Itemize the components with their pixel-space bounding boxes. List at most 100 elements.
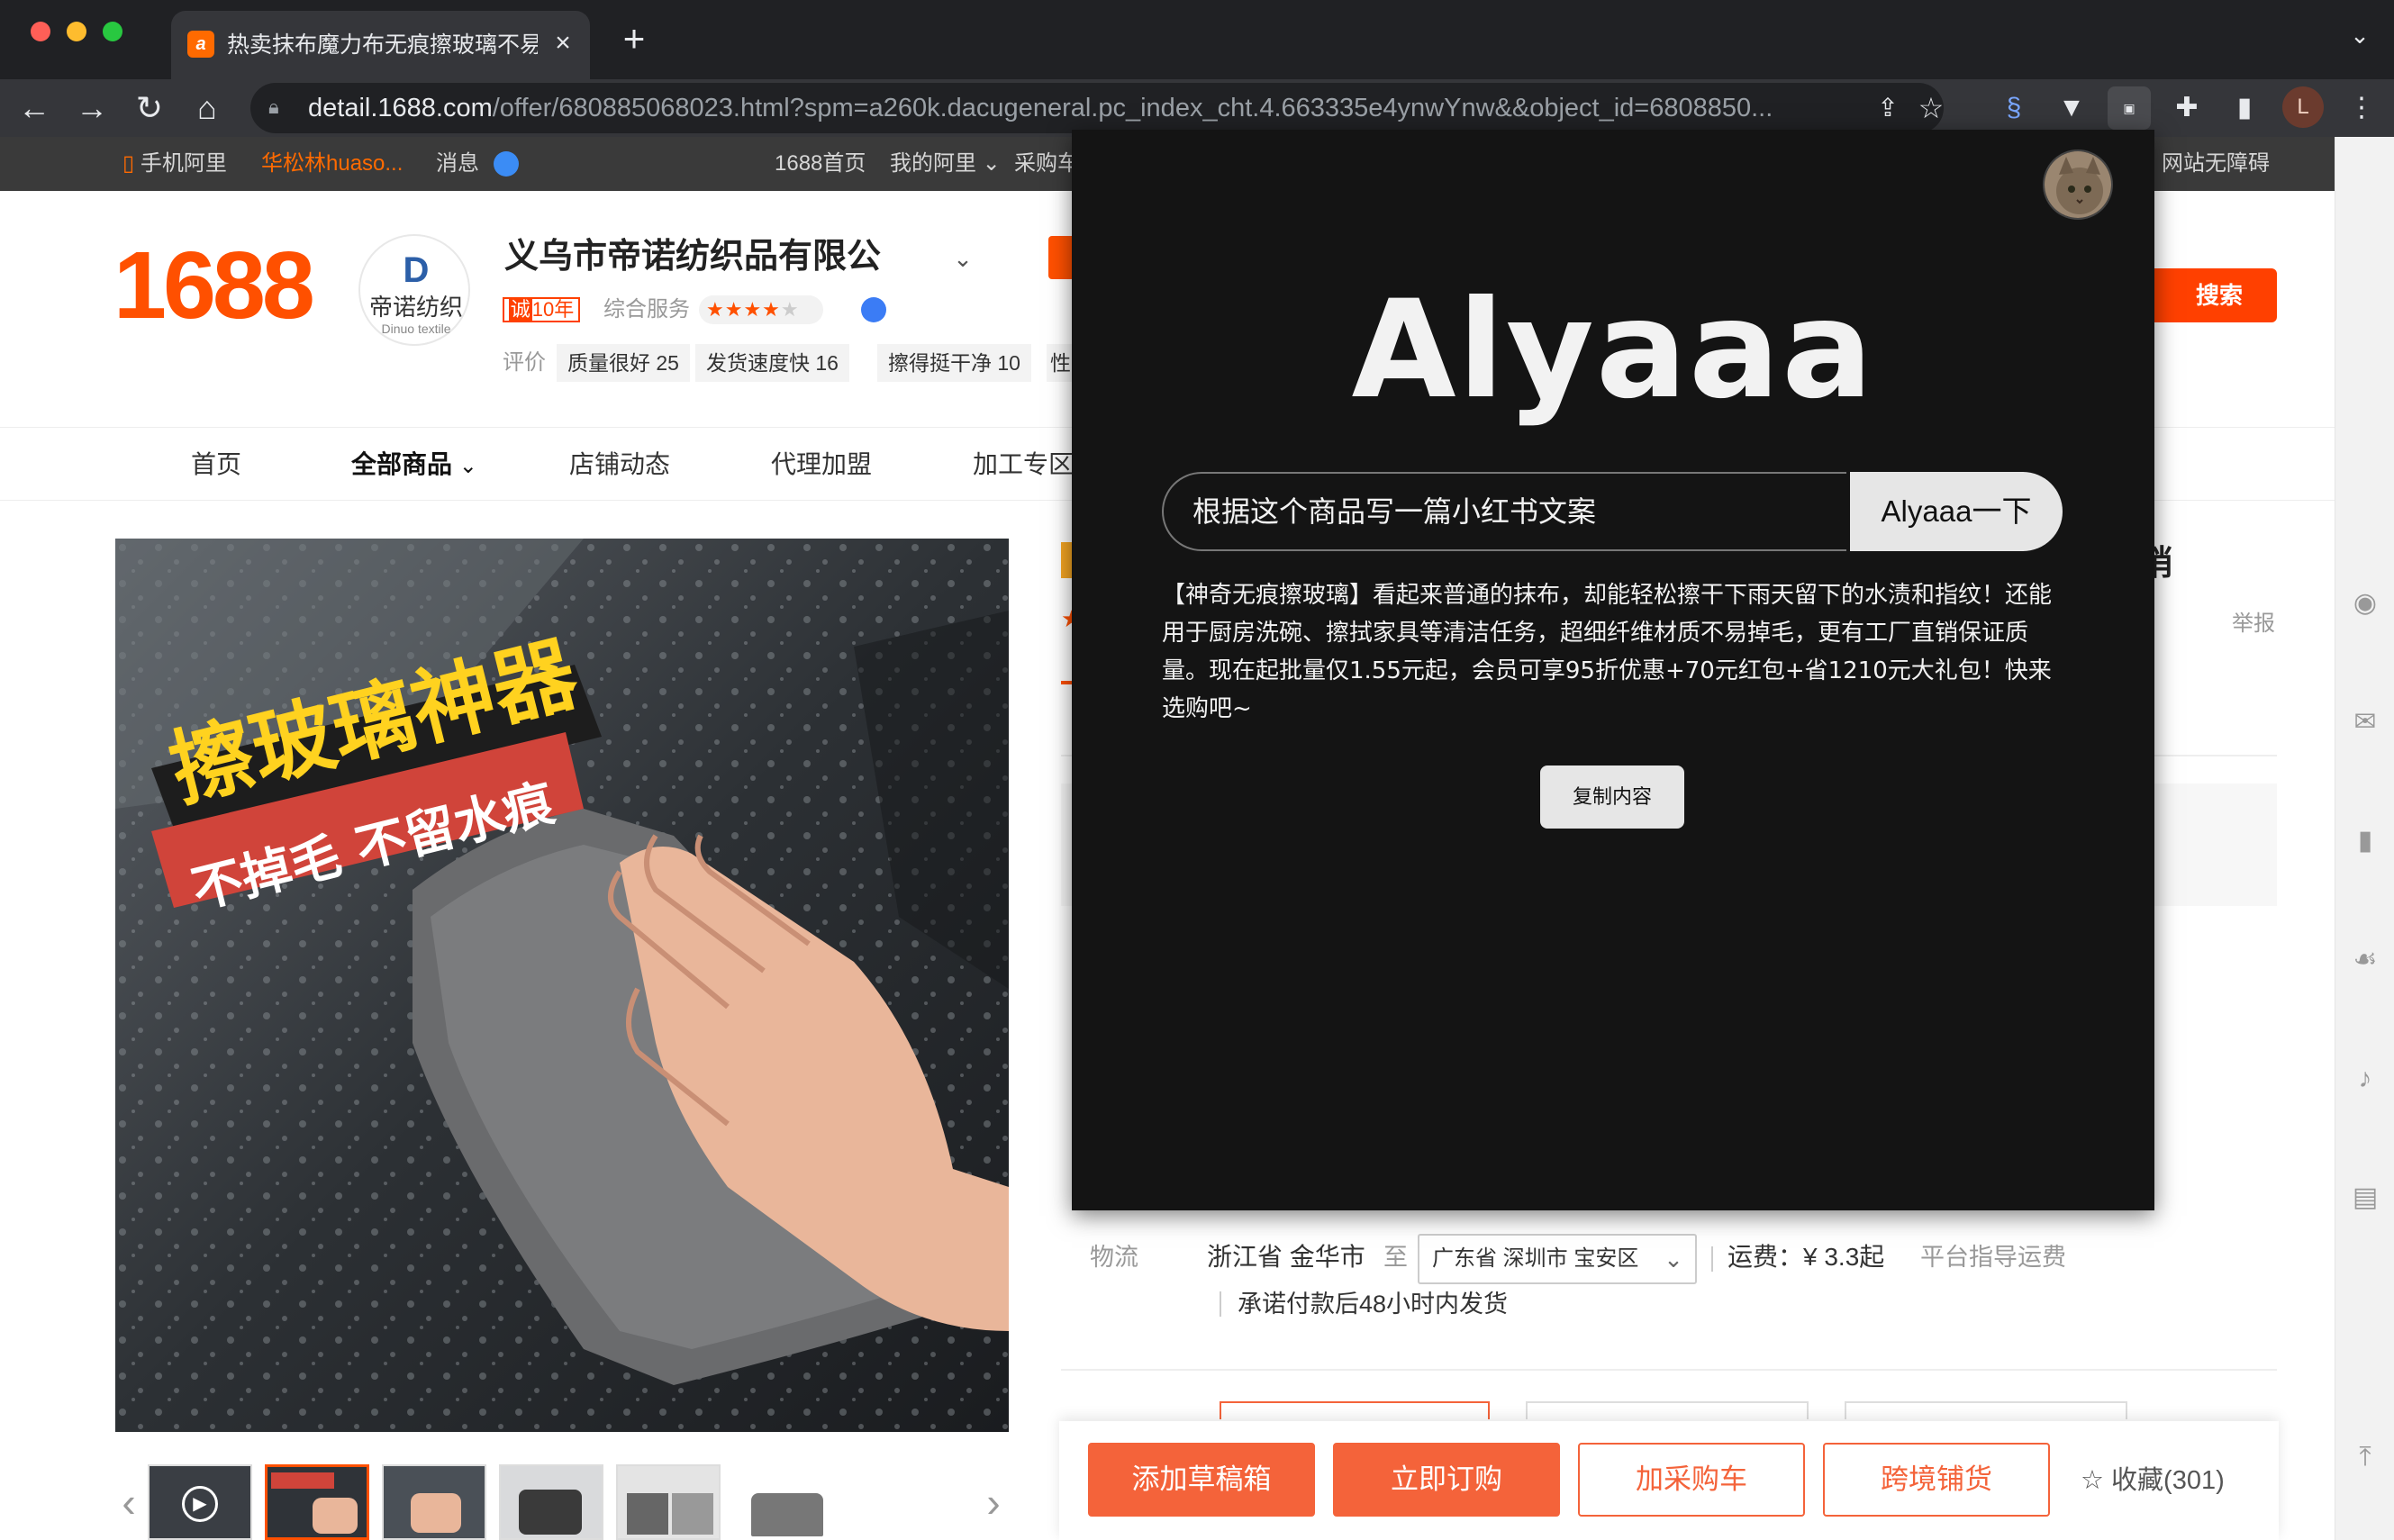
forward-icon[interactable]: → [70,86,113,130]
cheng-label: 诚 [508,298,532,321]
service-label: 综合服务 [603,297,690,322]
favorite-button[interactable]: ☆ 收藏(301) [2081,1461,2261,1500]
crossborder-button[interactable]: 跨境铺货 [1823,1443,2050,1517]
purchase-cart-link[interactable]: 采购车 [1014,137,1079,191]
document-icon[interactable]: ▤ [2349,1182,2381,1214]
maximize-window-button[interactable] [103,22,122,41]
my-ali-label: 我的阿里 [890,151,976,176]
ship-from: 浙江省 金华市 [1207,1243,1365,1271]
profile-avatar[interactable]: L [2282,86,2324,128]
option-button[interactable] [1220,1401,1490,1419]
crown-d-icon: D [403,250,430,290]
rating-tag[interactable]: 擦得挺干净 10 [877,344,1031,382]
shop-logo[interactable]: D 帝诺纺织 Dinuo textile [358,234,470,346]
freight-guide-link[interactable]: 平台指导运费 [1920,1239,2091,1275]
order-now-button[interactable]: 立即订购 [1333,1443,1560,1517]
reload-icon[interactable]: ↻ [128,86,171,130]
back-to-top-icon[interactable]: ⤒ [2349,1441,2381,1473]
extension-swirl-icon[interactable]: § [1992,86,2036,130]
messages-link[interactable]: 消息 [436,137,479,191]
puzzle-extensions-icon[interactable]: ✚ [2165,86,2208,130]
extension-vue-icon[interactable]: ▼ [2050,86,2093,130]
bell-icon[interactable]: ♪ [2349,1063,2381,1095]
video-thumbnail[interactable]: ▶ [148,1464,252,1540]
chevron-down-icon[interactable]: ⌄ [948,243,978,274]
thumbnail-hand [313,1498,358,1534]
thumb-next-icon[interactable]: › [980,1475,1007,1529]
mail-icon[interactable]: ✉ [2349,706,2381,738]
alyaaa-extension-icon[interactable]: ▣ [2108,86,2151,130]
mobile-ali-link[interactable]: ▯ 手机阿里 [122,137,227,191]
rating-tag[interactable]: 质量很好 25 [557,344,690,382]
browser-menu-icon[interactable]: ⋮ [2340,86,2383,130]
cat-avatar[interactable] [2043,149,2113,220]
thumbnail-cloth-stack [751,1493,823,1536]
tab-agency[interactable]: 代理加盟 [771,428,872,502]
user-name-link[interactable]: 华松林huaso... [261,137,403,191]
report-link[interactable]: 举报 [2232,609,2286,639]
product-main-image[interactable]: 擦玻璃神器 不掉毛 不留水痕 [115,539,1009,1432]
thumbnail-cloth [672,1493,713,1535]
1688-logo[interactable]: 1688 [113,236,315,335]
url-text[interactable]: detail.1688.com/offer/680885068023.html?… [308,90,1848,126]
thumbnail[interactable] [733,1464,838,1540]
back-icon[interactable]: ← [13,86,56,130]
message-bubble-icon[interactable] [494,151,519,177]
1688-home-link[interactable]: 1688首页 [775,137,866,191]
sidepanel-icon[interactable]: ▮ [2223,86,2266,130]
footprint-icon[interactable]: ☙ [2349,944,2381,976]
my-ali-link[interactable]: 我的阿里 ⌄ [890,137,1001,191]
add-cart-button[interactable]: 加采购车 [1578,1443,1805,1517]
rating-tag[interactable]: 发货速度快 16 [695,344,849,382]
tab-processing[interactable]: 加工专区 [973,428,1074,502]
minimize-window-button[interactable] [67,22,86,41]
tab-home[interactable]: 首页 [191,428,241,502]
option-button[interactable] [1845,1401,2127,1419]
thumbnail[interactable] [499,1464,603,1540]
accessibility-link[interactable]: 网站无障碍 [2162,137,2270,191]
destination-value: 广东省 深圳市 宝安区 [1432,1246,1639,1271]
generated-copy-text: 【神奇无痕擦玻璃】看起来普通的抹布，却能轻松擦干下雨天留下的水渍和指纹！还能用于… [1162,582,2053,722]
thumbnail-strip: ‹ ▶ › [115,1464,1009,1540]
prompt-input[interactable]: 根据这个商品写一篇小红书文案 [1162,472,1846,551]
home-icon[interactable]: ⌂ [186,86,229,130]
tab-title: 热卖抹布魔力布无痕擦玻璃不易掉 [227,32,538,58]
tab-search-icon[interactable]: ⌄ [2344,22,2376,58]
search-button[interactable]: 搜索 [2162,268,2277,322]
tab-close-icon[interactable]: × [549,27,576,59]
ask-alyaaa-button[interactable]: Alyaaa一下 [1850,472,2063,551]
lock-icon[interactable]: 🔒︎ [268,95,288,121]
thumbnail[interactable] [382,1464,486,1540]
to-label: 至 [1383,1244,1408,1271]
1688-favicon-icon: a [187,31,214,58]
new-tab-button[interactable]: + [614,16,654,61]
thumbnail-selected[interactable] [265,1464,369,1540]
service-info-icon[interactable] [861,297,886,322]
shipping-promise: 承诺付款后48小时内发货 [1238,1291,1509,1318]
rating-tag[interactable]: 性 [1047,344,1072,382]
thumbnail-cloth [627,1493,668,1535]
bookmark-star-icon[interactable]: ☆ [1913,90,1949,126]
all-products-label: 全部商品 [351,450,453,478]
active-tab[interactable]: a 热卖抹布魔力布无痕擦玻璃不易掉 × [171,11,590,79]
tab-news[interactable]: 店铺动态 [569,428,670,502]
thumbnail[interactable] [616,1464,721,1540]
share-icon[interactable]: ⇪ [1870,90,1906,126]
thumb-prev-icon[interactable]: ‹ [115,1475,142,1529]
customer-service-icon[interactable]: ◉ [2349,587,2381,620]
bookmark-icon[interactable]: ▮ [2349,825,2381,857]
address-bar[interactable]: 🔒︎ detail.1688.com/offer/680885068023.ht… [250,83,1944,133]
tab-all-products[interactable]: 全部商品 ⌄ [351,428,477,502]
phone-icon: ▯ [122,151,135,176]
play-icon: ▶ [182,1486,218,1522]
divider [1061,1369,2277,1371]
chevron-down-icon: ⌄ [1664,1246,1683,1273]
add-draft-button[interactable]: 添加草稿箱 [1088,1443,1315,1517]
copy-content-button[interactable]: 复制内容 [1540,765,1684,829]
destination-select[interactable]: 广东省 深圳市 宝安区 ⌄ [1418,1234,1697,1284]
years-label: 10年 [531,298,575,321]
product-photo: 擦玻璃神器 不掉毛 不留水痕 [115,539,1009,1432]
option-button[interactable] [1526,1401,1809,1419]
shop-name[interactable]: 义乌市帝诺纺织品有限公 [504,234,910,279]
close-window-button[interactable] [31,22,50,41]
